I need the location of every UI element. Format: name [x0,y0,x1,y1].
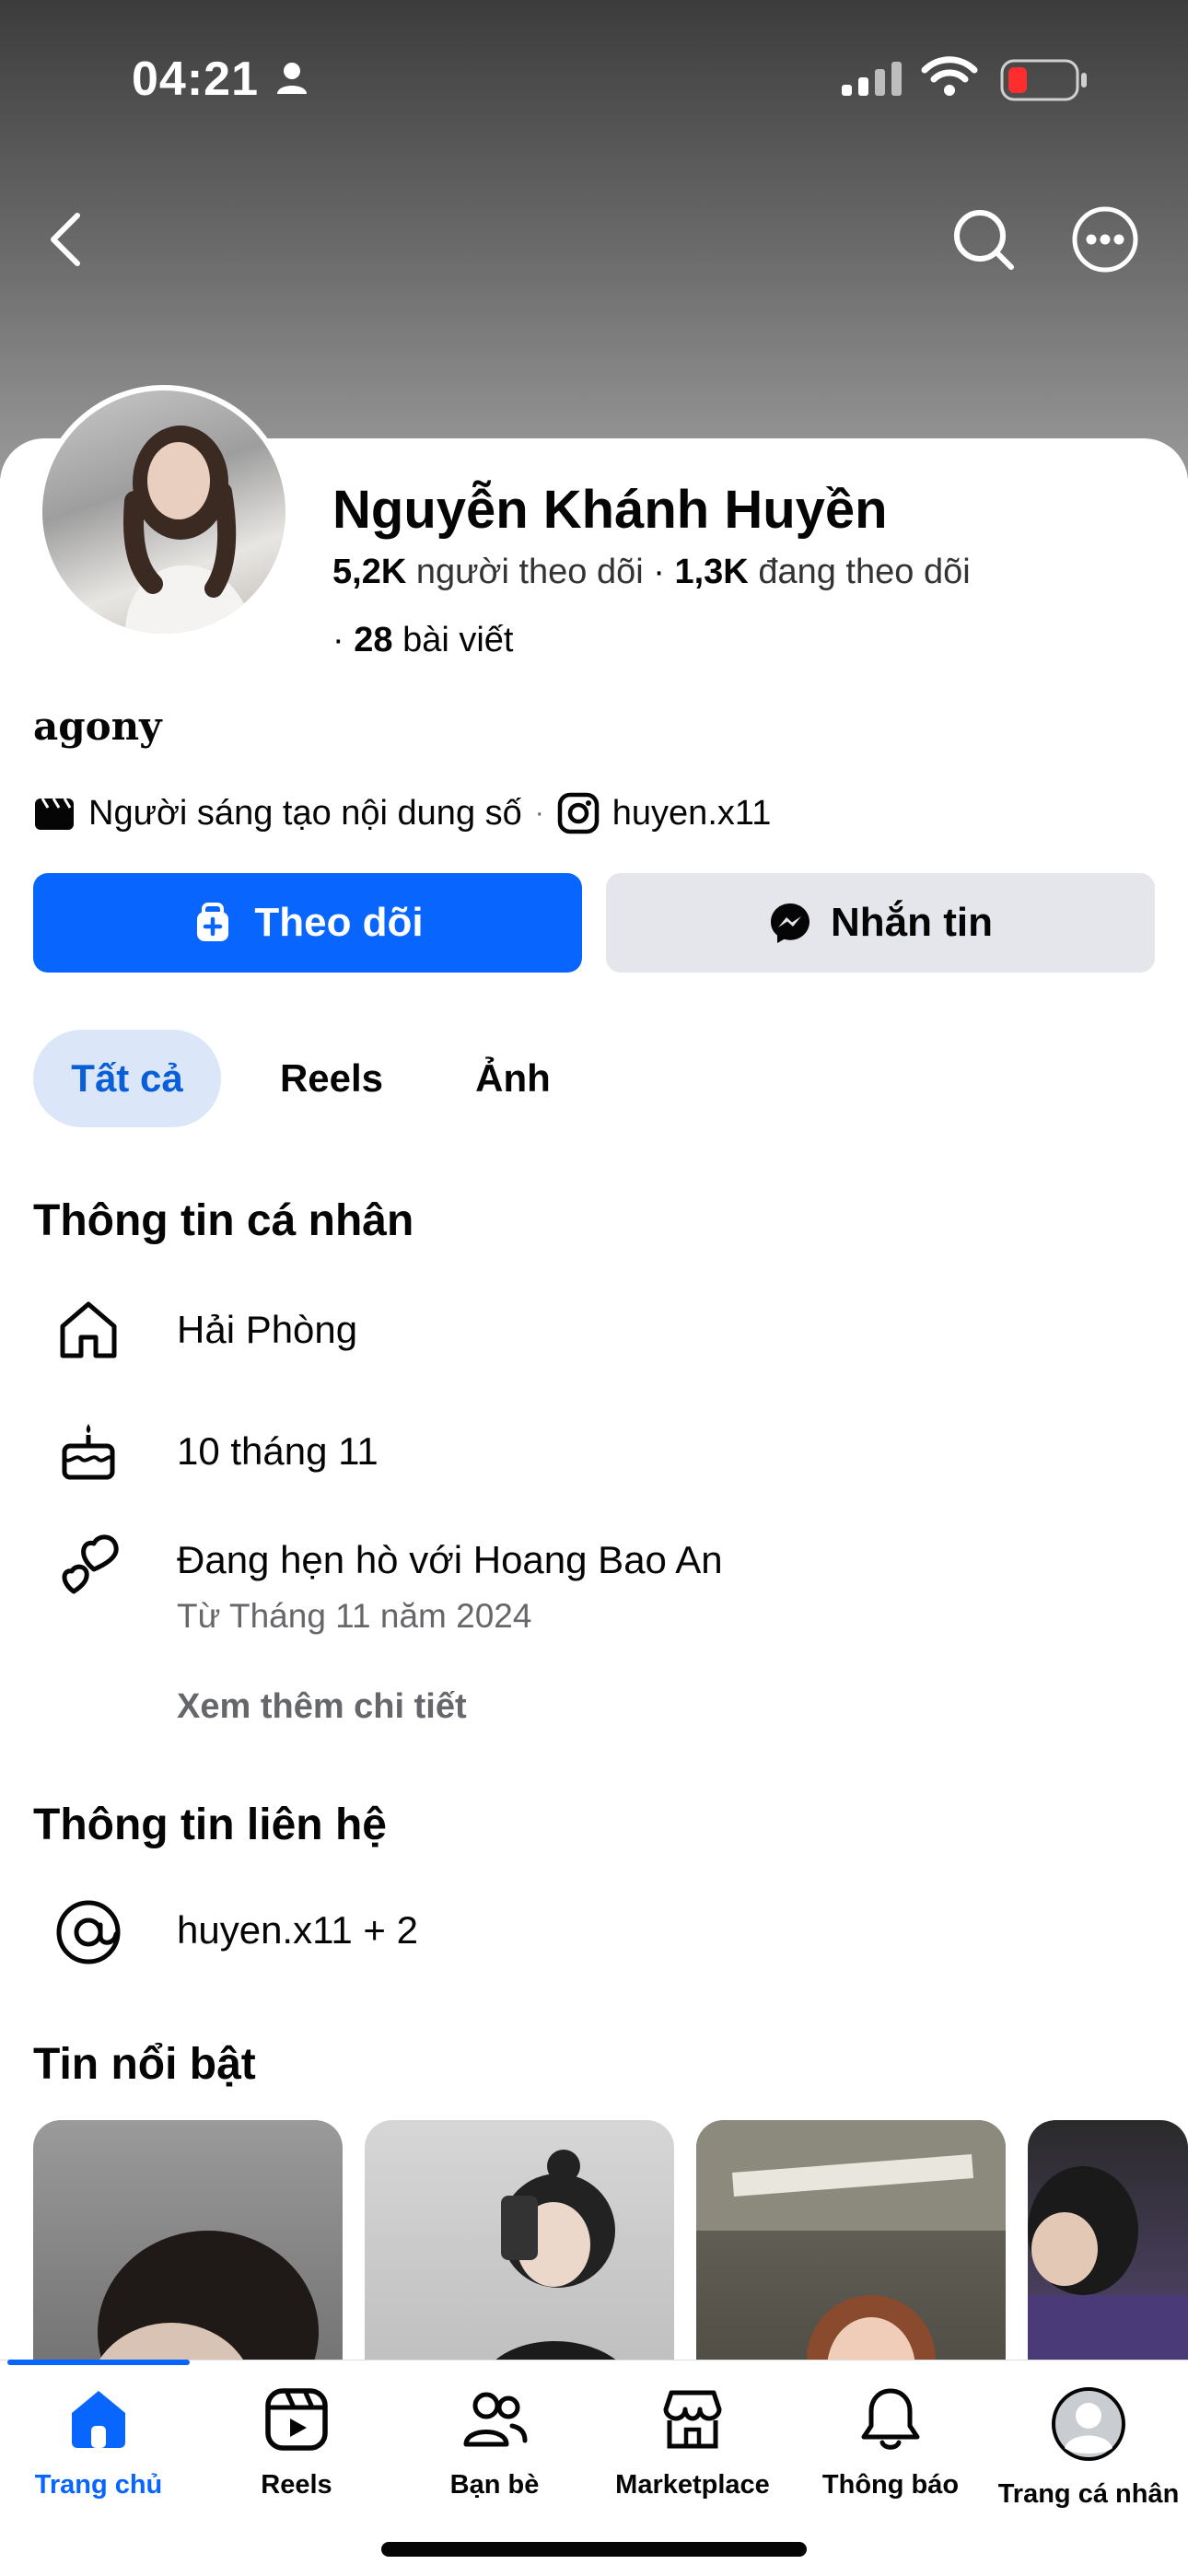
instagram-icon [557,792,600,834]
stats-separator: · [332,621,355,659]
contact-handle-text[interactable]: huyen.x11 + 2 [177,1908,418,1952]
story-image [88,2231,319,2396]
posts-stat: · 28 bài viết [332,621,513,660]
wifi-icon [921,56,978,96]
back-button[interactable] [28,203,101,276]
nav-marketplace-label: Marketplace [615,2470,770,2500]
more-options-button[interactable] [1068,203,1142,276]
story-image [475,2150,641,2396]
followers-count[interactable]: 5,2K [332,553,406,591]
instagram-handle[interactable]: huyen.x11 [612,794,772,833]
follow-label: Theo dõi [254,900,424,945]
featured-story-3[interactable] [696,2120,1006,2396]
profile-name: Nguyễn Khánh Huyền [332,480,888,540]
avatar-figure [123,425,254,634]
tab-all[interactable]: Tất cả [33,1030,221,1127]
nav-notifications-label: Thông báo [821,2470,960,2500]
following-label[interactable]: đang theo dõi [758,553,970,591]
message-label: Nhắn tin [831,900,993,945]
profile-stats: 5,2K người theo dõi · 1,3K đang theo dõi [332,553,971,592]
add-friend-icon [197,903,229,941]
relationship-since-text: Từ Tháng 11 năm 2024 [177,1597,532,1635]
reels-icon [265,2388,328,2451]
status-time: 04:21 [132,52,259,106]
friends-icon [463,2392,528,2447]
search-button[interactable] [947,203,1020,276]
at-sign-icon [52,1895,125,1969]
posts-count: 28 [354,621,393,659]
posts-label: bài viết [402,621,514,659]
meta-separator: · [534,798,544,828]
marketplace-icon [663,2390,722,2449]
relationship-text[interactable]: Đang hẹn hò với Hoang Bao An [177,1538,723,1582]
avatar-photo [42,390,285,634]
home-indicator [381,2542,807,2557]
nav-friends-label: Bạn bè [449,2470,540,2500]
story-image [696,2120,1006,2396]
home-location-icon [52,1293,125,1367]
home-icon [72,2391,125,2448]
following-count[interactable]: 1,3K [674,553,748,591]
person-status-icon [277,63,307,94]
cellular-signal-icon [842,62,902,96]
nav-reels-label: Reels [261,2470,332,2500]
active-tab-indicator [7,2360,190,2365]
featured-story-2[interactable] [365,2120,674,2396]
nav-profile-label: Trang cá nhân [997,2479,1180,2509]
nav-home-label: Trang chủ [34,2470,163,2500]
chevron-left-icon [51,213,80,266]
nav-notifications[interactable]: Thông báo [794,2385,987,2500]
nav-reels[interactable]: Reels [200,2385,393,2500]
profile-avatar[interactable] [37,385,291,639]
featured-story-4[interactable] [1028,2120,1188,2396]
birthday-cake-icon [52,1416,125,1490]
message-button[interactable]: Nhắn tin [606,873,1155,973]
battery-icon [1000,59,1087,101]
hearts-icon [52,1525,125,1599]
clapperboard-icon [35,798,74,830]
nav-friends[interactable]: Bạn bè [398,2385,591,2500]
bell-icon [861,2388,920,2450]
featured-story-1[interactable] [33,2120,343,2396]
nav-profile[interactable]: Trang cá nhân [992,2385,1185,2510]
stats-separator: · [653,553,675,591]
messenger-icon [771,903,809,943]
tab-reels[interactable]: Reels [267,1030,396,1127]
contact-info-heading: Thông tin liên hệ [33,1801,387,1849]
followers-label[interactable]: người theo dõi [416,553,644,591]
status-bar: 04:21 [0,0,1188,161]
tab-photos[interactable]: Ảnh [460,1030,565,1127]
search-icon [954,210,1014,270]
nav-home[interactable]: Trang chủ [2,2385,195,2500]
birthday-text: 10 tháng 11 [177,1429,379,1473]
featured-heading: Tin nổi bật [33,2040,256,2089]
profile-icon [1052,2387,1125,2461]
location-text: Hải Phòng [177,1308,358,1351]
story-image [1028,2166,1188,2396]
follow-button[interactable]: Theo dõi [33,873,582,973]
see-more-details-link[interactable]: Xem thêm chi tiết [177,1687,467,1727]
personal-info-heading: Thông tin cá nhân [33,1196,414,1245]
nav-marketplace[interactable]: Marketplace [596,2385,789,2500]
profile-category: Người sáng tạo nội dung số [88,793,522,833]
profile-meta: Người sáng tạo nội dung số · huyen.x11 [33,792,771,834]
more-horizontal-icon [1072,206,1138,273]
profile-bio: agony [33,704,162,749]
